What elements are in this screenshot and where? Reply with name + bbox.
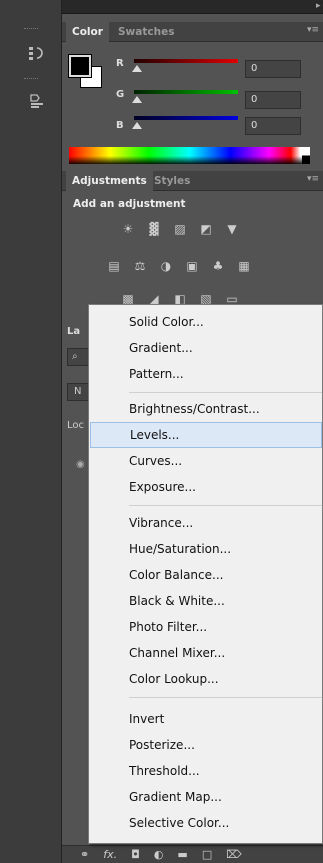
tab-styles[interactable]: Styles	[148, 171, 196, 191]
tab-layers[interactable]: La	[62, 322, 88, 342]
levels-icon[interactable]: ▓	[146, 222, 162, 236]
add-mask-icon[interactable]: ◘	[131, 848, 140, 861]
black-white-icon[interactable]: ◑	[158, 259, 174, 273]
menu-item-color-balance[interactable]: Color Balance...	[89, 562, 322, 588]
color-lookup-icon[interactable]: ▦	[236, 259, 252, 273]
adjustment-icons-row-2: ▤ ⚖ ◑ ▣ ♣ ▦	[106, 259, 252, 273]
tab-adjustments[interactable]: Adjustments	[66, 171, 153, 191]
expand-icon[interactable]: ▸	[316, 1, 320, 11]
properties-icon[interactable]	[25, 90, 49, 112]
menu-item-posterize[interactable]: Posterize...	[89, 732, 322, 758]
menu-item-selective-color[interactable]: Selective Color...	[89, 810, 322, 836]
lock-label: Loc	[67, 420, 85, 431]
add-adjustment-title: Add an adjustment	[73, 198, 186, 210]
blue-slider[interactable]	[134, 116, 238, 120]
menu-item-vibrance[interactable]: Vibrance...	[89, 510, 322, 536]
panel-menu-icon[interactable]: ▾≡	[307, 25, 319, 35]
menu-item-black-white[interactable]: Black & White...	[89, 588, 322, 614]
menu-item-exposure[interactable]: Exposure...	[89, 474, 322, 500]
brightness-contrast-icon[interactable]: ☀	[120, 222, 136, 236]
menu-item-invert[interactable]: Invert	[89, 706, 322, 732]
menu-item-hue-saturation[interactable]: Hue/Saturation...	[89, 536, 322, 562]
tab-swatches[interactable]: Swatches	[112, 22, 180, 42]
grip-handle[interactable]	[24, 28, 38, 31]
vibrance-icon[interactable]: ▼	[224, 222, 240, 236]
menu-separator	[129, 392, 322, 393]
menu-item-color-lookup[interactable]: Color Lookup...	[89, 666, 322, 692]
menu-item-solid-color[interactable]: Solid Color...	[89, 309, 322, 335]
red-slider[interactable]	[134, 59, 238, 63]
menu-item-channel-mixer[interactable]: Channel Mixer...	[89, 640, 322, 666]
photoshop-panels: ◂◂ ▸ Color Swatches ▾≡ R 0 G 0 B 0	[0, 0, 323, 863]
collapsed-panel-strip	[0, 0, 62, 863]
menu-separator	[129, 697, 322, 698]
channel-mixer-icon[interactable]: ♣	[210, 259, 226, 273]
blue-slider-thumb[interactable]	[132, 122, 142, 129]
color-panel-tabbar: Color Swatches ▾≡	[62, 22, 323, 42]
green-slider-thumb[interactable]	[132, 96, 142, 103]
panel-menu-icon[interactable]: ▾≡	[307, 174, 319, 184]
grip-handle[interactable]	[24, 78, 38, 81]
photo-filter-icon[interactable]: ▣	[184, 259, 200, 273]
color-balance-icon[interactable]: ⚖	[132, 259, 148, 273]
link-layers-icon[interactable]: ⚭	[80, 848, 89, 861]
delete-layer-icon[interactable]: ⌦	[226, 848, 242, 861]
menu-separator	[129, 505, 322, 506]
menu-item-brightness-contrast[interactable]: Brightness/Contrast...	[89, 396, 322, 422]
blue-channel-label: B	[116, 120, 124, 131]
color-spectrum-shade	[69, 156, 310, 164]
curves-icon[interactable]: ▨	[172, 222, 188, 236]
adjustment-layer-menu: Solid Color... Gradient... Pattern... Br…	[88, 304, 323, 844]
history-icon[interactable]	[25, 42, 49, 64]
menu-item-levels[interactable]: Levels...	[90, 422, 322, 448]
eye-icon[interactable]: ◉	[76, 459, 85, 470]
adjustment-layer-icon[interactable]: ◐	[154, 848, 164, 861]
adjustments-panel-tabbar: Adjustments Styles ▾≡	[62, 171, 323, 191]
new-group-icon[interactable]: ▬	[177, 848, 187, 861]
menu-item-gradient-map[interactable]: Gradient Map...	[89, 784, 322, 810]
menu-item-pattern[interactable]: Pattern...	[89, 361, 322, 387]
green-value-input[interactable]: 0	[245, 91, 301, 109]
adjustment-icons-row-1: ☀ ▓ ▨ ◩ ▼	[120, 222, 240, 236]
layers-bottom-bar: ⚭ fx. ◘ ◐ ▬ □ ⌦	[62, 845, 323, 863]
menu-item-threshold[interactable]: Threshold...	[89, 758, 322, 784]
menu-item-gradient[interactable]: Gradient...	[89, 335, 322, 361]
menu-item-photo-filter[interactable]: Photo Filter...	[89, 614, 322, 640]
green-slider[interactable]	[134, 90, 238, 94]
fx-icon[interactable]: fx.	[103, 848, 117, 861]
tab-color[interactable]: Color	[66, 22, 109, 42]
hue-saturation-icon[interactable]: ▤	[106, 259, 122, 273]
blue-value-input[interactable]: 0	[245, 117, 301, 135]
red-channel-label: R	[116, 58, 124, 69]
green-channel-label: G	[116, 89, 125, 100]
red-slider-thumb[interactable]	[132, 65, 142, 72]
red-value-input[interactable]: 0	[245, 60, 301, 78]
menu-item-curves[interactable]: Curves...	[89, 448, 322, 474]
exposure-icon[interactable]: ◩	[198, 222, 214, 236]
black-white-swatch[interactable]	[302, 147, 310, 164]
foreground-color-swatch[interactable]	[68, 54, 92, 78]
new-layer-icon[interactable]: □	[202, 848, 212, 861]
